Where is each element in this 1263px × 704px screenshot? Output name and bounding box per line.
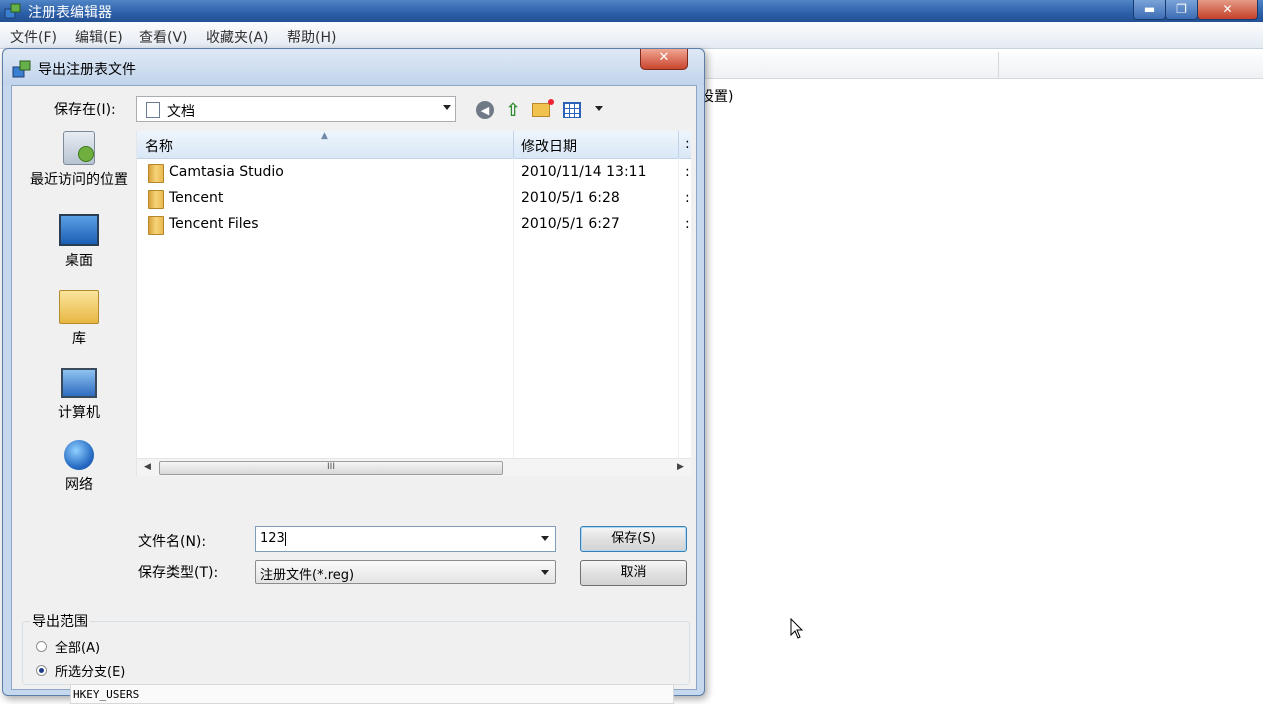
- views-menu-icon: [563, 102, 581, 118]
- menu-help[interactable]: 帮助(H): [287, 27, 336, 47]
- file-date: 2010/5/1 6:27: [521, 216, 620, 232]
- menu-file[interactable]: 文件(F): [10, 27, 57, 47]
- file-list-header: ▲ 名称 修改日期 :: [137, 131, 691, 159]
- place-label: 网络: [65, 477, 93, 493]
- chevron-down-icon: [541, 570, 549, 575]
- radio-selected-branch-label[interactable]: 所选分支(E): [55, 661, 125, 680]
- dialog-title: 导出注册表文件: [38, 62, 136, 78]
- scroll-thumb[interactable]: III: [159, 461, 503, 475]
- back-button[interactable]: ◀: [475, 100, 495, 120]
- file-row[interactable]: Camtasia Studio 2010/11/14 13:11 :: [137, 161, 691, 185]
- file-extra: :: [685, 164, 690, 180]
- network-icon: [64, 440, 94, 470]
- menu-bar: 文件(F) 编辑(E) 查看(V) 收藏夹(A) 帮助(H): [0, 22, 1263, 49]
- file-date: 2010/5/1 6:28: [521, 190, 620, 206]
- chevron-down-icon: [443, 105, 451, 110]
- file-name-input[interactable]: 123: [255, 526, 556, 552]
- file-name-value: 123: [260, 531, 286, 546]
- maximize-button[interactable]: ❐: [1165, 0, 1198, 20]
- place-recent[interactable]: 最近访问的位置: [22, 131, 136, 189]
- main-window-title: 注册表编辑器: [28, 5, 112, 21]
- mouse-pointer-icon: [790, 618, 804, 639]
- file-name: Camtasia Studio: [169, 164, 284, 180]
- document-icon: [146, 102, 160, 118]
- horizontal-scrollbar[interactable]: ◀ III ▶: [137, 458, 691, 476]
- file-type-label: 保存类型(T):: [138, 565, 219, 581]
- dialog-title-bar: 导出注册表文件 ✕: [3, 49, 704, 85]
- folder-icon: [148, 190, 164, 209]
- folder-icon: [148, 216, 164, 235]
- up-folder-icon: ⇧: [505, 99, 521, 121]
- close-button[interactable]: ✕: [1197, 0, 1258, 20]
- file-type-value: 注册文件(*.reg): [260, 568, 355, 583]
- file-name: Tencent Files: [169, 216, 259, 232]
- column-header-truncated[interactable]: :: [685, 136, 690, 152]
- minimize-button[interactable]: ▬: [1133, 0, 1166, 20]
- value-list-header: [700, 52, 1263, 79]
- registry-editor-icon: [12, 60, 31, 78]
- save-button[interactable]: 保存(S): [580, 526, 687, 552]
- libraries-icon: [59, 290, 99, 324]
- place-computer[interactable]: 计算机: [22, 368, 136, 422]
- cancel-button[interactable]: 取消: [580, 560, 687, 586]
- file-name-label: 文件名(N):: [138, 534, 207, 550]
- menu-edit[interactable]: 编辑(E): [75, 27, 123, 47]
- sort-ascending-icon: ▲: [321, 131, 328, 141]
- save-in-value: 文档: [167, 104, 195, 120]
- chevron-down-icon[interactable]: [541, 536, 549, 541]
- main-title-bar: 注册表编辑器 ▬ ❐ ✕: [0, 0, 1263, 22]
- dialog-body: 保存在(I): 文档 ◀ ⇧ 最近访问的位置 桌面 库 计算机 网络 ▲ 名称 …: [11, 85, 697, 704]
- chevron-down-icon[interactable]: [595, 106, 603, 111]
- selected-branch-input[interactable]: HKEY_USERS: [70, 684, 674, 704]
- column-separator: [998, 52, 999, 78]
- file-extra: :: [685, 216, 690, 232]
- text-caret: [284, 531, 286, 546]
- place-network[interactable]: 网络: [22, 440, 136, 494]
- column-header-date[interactable]: 修改日期: [521, 136, 577, 156]
- back-icon: ◀: [476, 101, 494, 119]
- file-row[interactable]: Tencent Files 2010/5/1 6:27 :: [137, 213, 691, 237]
- column-header-name[interactable]: 名称: [145, 136, 173, 156]
- desktop-icon: [59, 214, 99, 246]
- file-type-select[interactable]: 注册文件(*.reg): [255, 560, 556, 584]
- export-range-legend: 导出范围: [30, 611, 90, 631]
- place-libraries[interactable]: 库: [22, 290, 136, 348]
- save-in-label: 保存在(I):: [54, 102, 116, 118]
- computer-icon: [61, 368, 97, 398]
- export-registry-dialog: 导出注册表文件 ✕ 保存在(I): 文档 ◀ ⇧ 最近访问的位置 桌面 库 计算…: [2, 48, 705, 704]
- recent-places-icon: [63, 131, 95, 165]
- save-in-combo[interactable]: 文档: [136, 96, 456, 122]
- file-row[interactable]: Tencent 2010/5/1 6:28 :: [137, 187, 691, 211]
- new-folder-button[interactable]: [531, 99, 554, 120]
- place-label: 计算机: [58, 405, 100, 421]
- place-label: 库: [72, 331, 86, 347]
- new-folder-icon: [532, 99, 554, 117]
- place-desktop[interactable]: 桌面: [22, 214, 136, 270]
- up-folder-button[interactable]: ⇧: [503, 99, 523, 121]
- scroll-right-icon[interactable]: ▶: [677, 462, 684, 472]
- radio-all-label[interactable]: 全部(A): [55, 637, 100, 656]
- file-name: Tencent: [169, 190, 224, 206]
- file-extra: :: [685, 190, 690, 206]
- column-separator[interactable]: [513, 131, 514, 158]
- menu-favorites[interactable]: 收藏夹(A): [206, 27, 269, 47]
- place-label: 最近访问的位置: [30, 172, 128, 188]
- radio-all[interactable]: [36, 641, 47, 652]
- places-bar: 最近访问的位置 桌面 库 计算机 网络: [22, 131, 136, 511]
- views-menu-button[interactable]: [562, 100, 582, 120]
- column-separator[interactable]: [678, 131, 679, 158]
- folder-icon: [148, 164, 164, 183]
- radio-selected-branch[interactable]: [36, 665, 47, 676]
- file-list[interactable]: ▲ 名称 修改日期 : Camtasia Studio 2010/11/14 1…: [136, 131, 691, 476]
- value-data-fragment: 设置): [700, 89, 734, 105]
- menu-view[interactable]: 查看(V): [139, 27, 188, 47]
- dialog-close-button[interactable]: ✕: [640, 49, 688, 70]
- place-label: 桌面: [65, 253, 93, 269]
- registry-editor-icon: [4, 3, 21, 19]
- file-date: 2010/11/14 13:11: [521, 164, 647, 180]
- scroll-left-icon[interactable]: ◀: [144, 462, 151, 472]
